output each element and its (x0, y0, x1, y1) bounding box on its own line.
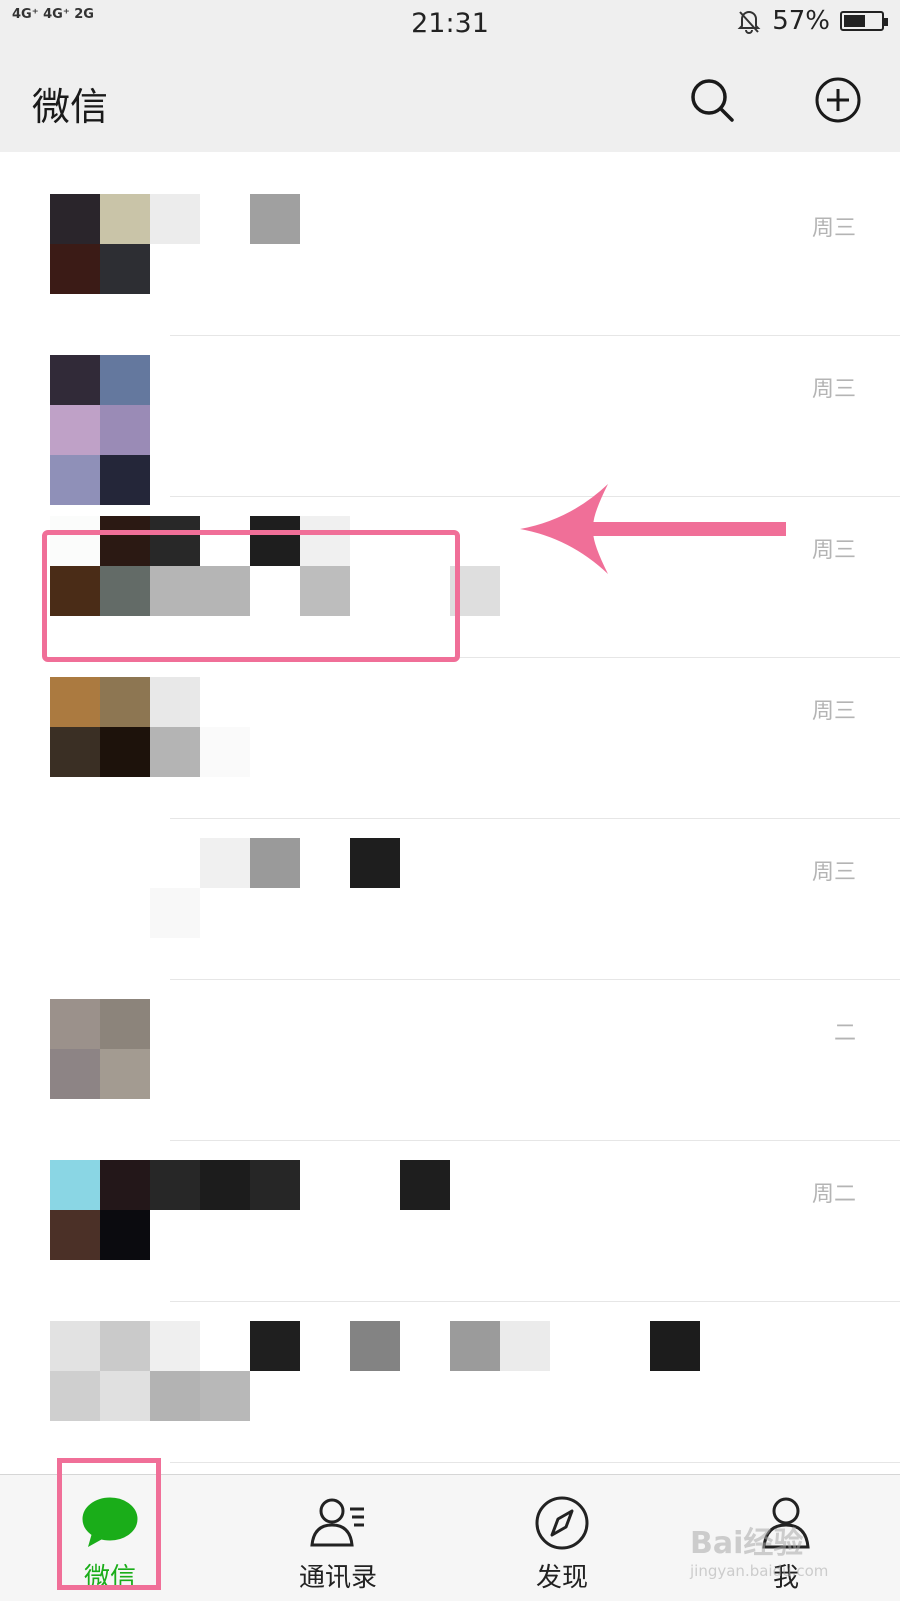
mosaic-tile (650, 1321, 700, 1371)
row-divider (170, 1301, 900, 1302)
row-divider (170, 818, 900, 819)
pixelated-content (50, 1321, 700, 1421)
chat-list[interactable]: 周三 周三 周三 周三 周三二周二 (0, 152, 900, 1474)
battery-fill (844, 15, 865, 27)
mosaic-tile (50, 1371, 100, 1421)
pixelated-content (50, 355, 510, 505)
app-header: 微信 (0, 48, 900, 152)
tab-discover[interactable]: 发现 (482, 1475, 642, 1601)
mosaic-tile (450, 1321, 500, 1371)
chat-time: 周二 (811, 1182, 856, 1207)
mosaic-tile (250, 1321, 300, 1371)
page-title: 微信 (32, 85, 109, 129)
search-icon[interactable] (686, 74, 738, 126)
highlight-box (42, 530, 460, 662)
mosaic-tile (200, 838, 250, 888)
chat-row[interactable]: 周三 (0, 176, 900, 336)
mosaic-tile (250, 838, 300, 888)
chat-row[interactable]: 周二 (0, 1142, 900, 1302)
status-right: 57% (736, 6, 888, 36)
chat-row[interactable]: 周三 (0, 820, 900, 980)
mosaic-tile (150, 888, 200, 938)
mosaic-tile (50, 999, 100, 1049)
battery-percent: 57% (772, 6, 830, 36)
chat-time: 周三 (811, 216, 856, 241)
mosaic-tile (50, 355, 100, 405)
mosaic-tile (50, 727, 100, 777)
mosaic-tile (150, 727, 200, 777)
mosaic-tile (100, 1049, 150, 1099)
chat-row[interactable]: 二 (0, 981, 900, 1141)
chat-time: 二 (833, 1021, 856, 1046)
status-bar: 4G⁺ 4G⁺ 2G 21:31 57% (0, 0, 900, 48)
mosaic-tile (50, 244, 100, 294)
watermark-url: jingyan.baidu.com (690, 1562, 829, 1580)
watermark-brand: Bai经验 (690, 1526, 804, 1561)
mosaic-tile (200, 1371, 250, 1421)
mosaic-tile (400, 1160, 450, 1210)
mosaic-tile (100, 355, 150, 405)
mosaic-tile (150, 1321, 200, 1371)
mosaic-tile (100, 405, 150, 455)
chat-row[interactable]: 周三 (0, 659, 900, 819)
pixelated-content (50, 838, 510, 938)
chat-row[interactable] (0, 1303, 900, 1463)
battery-icon (840, 11, 888, 31)
mosaic-tile (250, 194, 300, 244)
pixelated-content (50, 194, 510, 294)
mosaic-tile (200, 1160, 250, 1210)
compass-icon (535, 1496, 589, 1550)
chat-time: 周三 (811, 860, 856, 885)
mosaic-tile (50, 677, 100, 727)
pixelated-content (50, 677, 510, 777)
mosaic-tile (100, 677, 150, 727)
row-divider (170, 1140, 900, 1141)
plus-circle-icon[interactable] (812, 74, 864, 126)
watermark: Bai经验 jingyan.baidu.com (690, 1518, 828, 1580)
tab-label: 通讯录 (298, 1563, 377, 1593)
mosaic-tile (100, 727, 150, 777)
mosaic-tile (50, 1049, 100, 1099)
tab-contacts[interactable]: 通讯录 (258, 1475, 418, 1601)
mosaic-tile (100, 1321, 150, 1371)
row-divider (170, 979, 900, 980)
mosaic-tile (150, 1371, 200, 1421)
chat-time: 周三 (811, 538, 856, 563)
mosaic-tile (250, 1160, 300, 1210)
mosaic-tile (50, 405, 100, 455)
chat-time: 周三 (811, 377, 856, 402)
mosaic-tile (150, 194, 200, 244)
mosaic-tile (100, 1371, 150, 1421)
mosaic-tile (350, 838, 400, 888)
mosaic-tile (350, 1321, 400, 1371)
row-divider (170, 335, 900, 336)
mosaic-tile (100, 999, 150, 1049)
pixelated-content (50, 999, 510, 1099)
mosaic-tile (50, 1210, 100, 1260)
chat-row[interactable]: 周三 (0, 337, 900, 505)
mosaic-tile (100, 1160, 150, 1210)
bell-muted-icon (737, 11, 761, 34)
mosaic-tile (100, 194, 150, 244)
pixelated-content (50, 1160, 510, 1260)
mosaic-tile (200, 727, 250, 777)
mosaic-tile (100, 1210, 150, 1260)
mosaic-tile (150, 1160, 200, 1210)
mosaic-tile (150, 677, 200, 727)
tab-highlight-box (57, 1458, 161, 1590)
row-divider (170, 1462, 900, 1463)
chat-time: 周三 (811, 699, 856, 724)
mosaic-tile (100, 244, 150, 294)
mosaic-tile (50, 194, 100, 244)
tab-label: 发现 (535, 1563, 588, 1593)
mosaic-tile (50, 1160, 100, 1210)
contacts-icon (310, 1498, 364, 1547)
arrow-annotation (520, 484, 786, 574)
mosaic-tile (500, 1321, 550, 1371)
mosaic-tile (50, 1321, 100, 1371)
